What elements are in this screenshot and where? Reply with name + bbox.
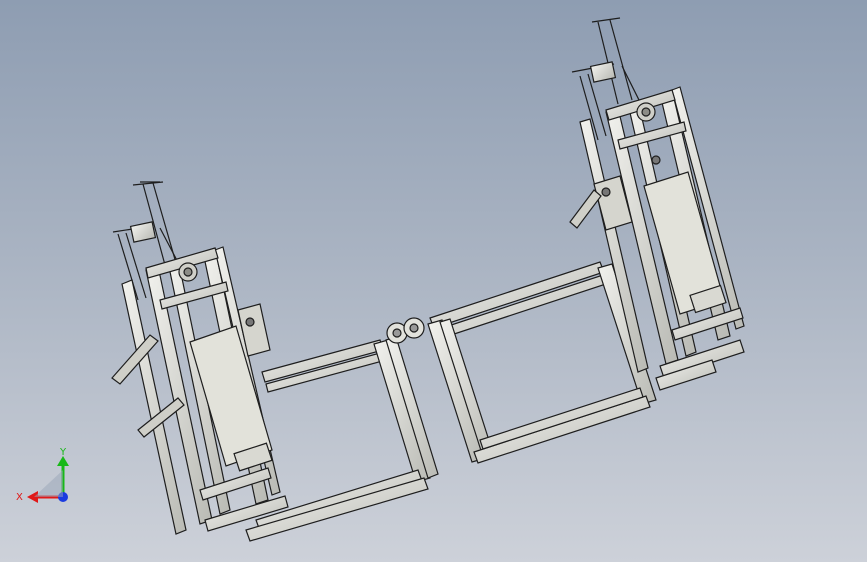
right-frame-top-rail [429, 261, 605, 329]
x-axis-label: X [16, 492, 23, 503]
right-arm [569, 189, 602, 229]
right-knob [651, 155, 661, 165]
gear-left-hub [392, 328, 402, 338]
right-bracket-hole [601, 187, 611, 197]
right-frame-top-rail-2 [435, 273, 610, 340]
left-tower-assembly[interactable] [111, 181, 289, 535]
left-motor-hub [183, 267, 193, 277]
orientation-triad: Y X [16, 447, 69, 503]
center-gears[interactable] [386, 317, 425, 344]
right-tower-assembly[interactable] [569, 17, 745, 391]
y-axis-label: Y [59, 447, 67, 458]
right-motor-hub [641, 107, 651, 117]
right-frame-bottom-rail-2 [479, 387, 644, 450]
right-frame-bottom-rail [473, 395, 651, 464]
triad-plane [34, 470, 63, 497]
left-top-plate [129, 221, 157, 243]
cad-viewport[interactable]: Y X [0, 0, 867, 562]
gear-right-hub [409, 323, 419, 333]
left-bracket-hole [245, 317, 255, 327]
